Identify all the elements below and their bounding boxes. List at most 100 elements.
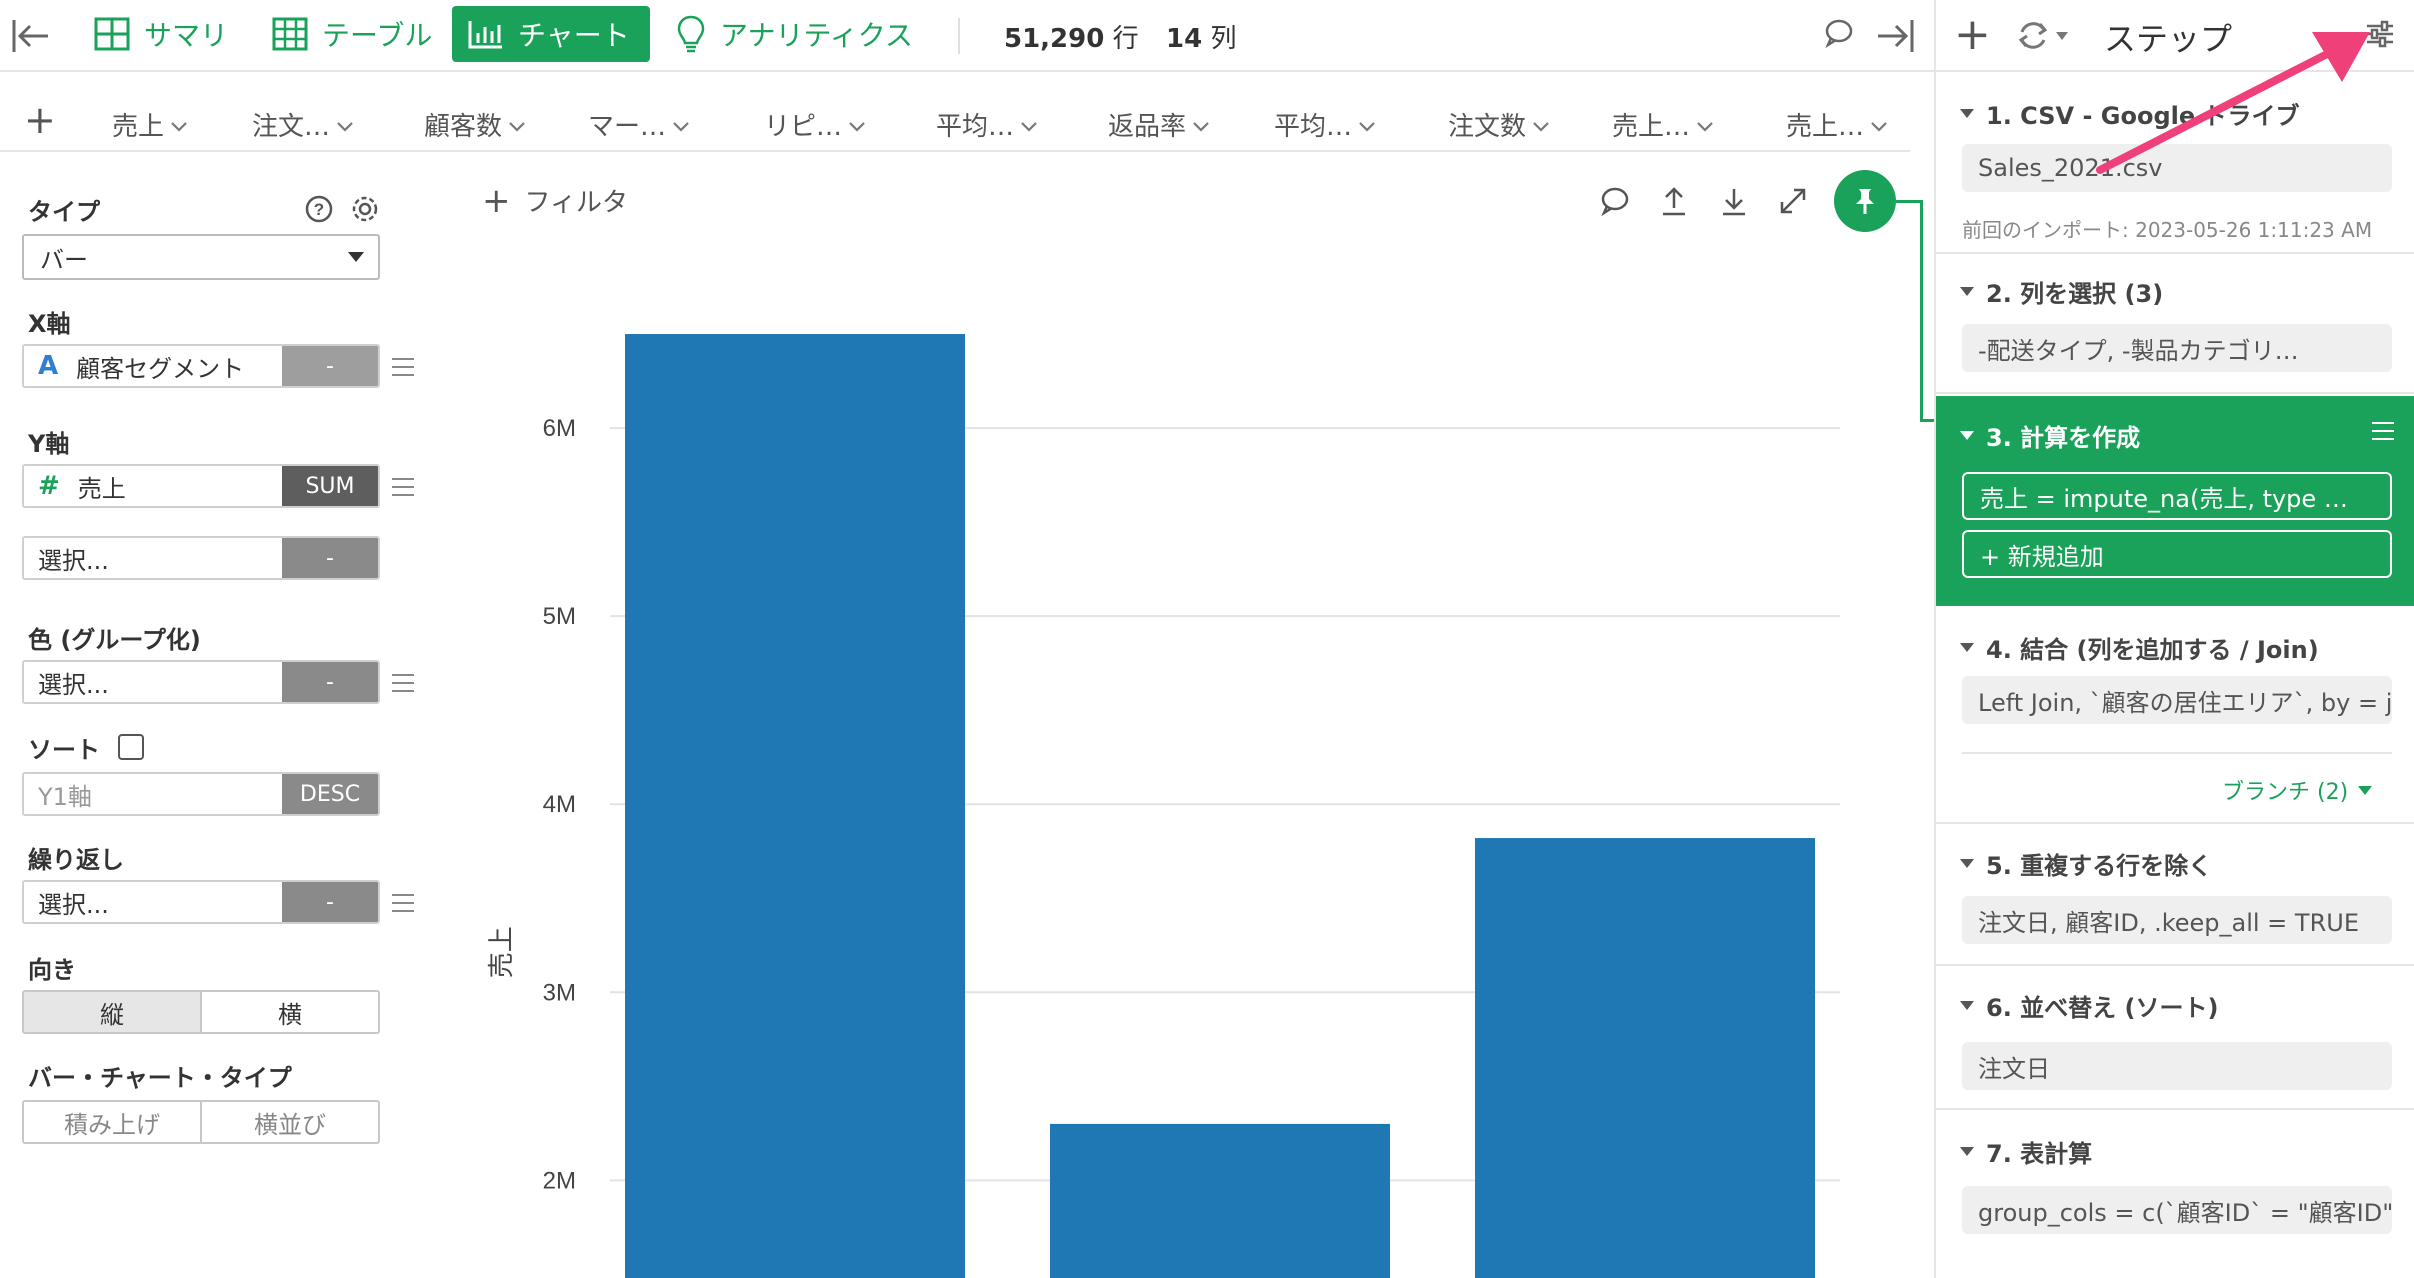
- chevron-down-icon[interactable]: [1532, 110, 1550, 140]
- column-header[interactable]: 注文数: [1448, 106, 1550, 143]
- step-3-menu-icon[interactable]: [2372, 422, 2394, 446]
- color-menu-icon[interactable]: [392, 674, 414, 698]
- orientation-toggle: 縦 横: [22, 990, 380, 1034]
- download-icon[interactable]: [1720, 186, 1748, 220]
- step-7[interactable]: 7. 表計算 group_cols = c(`顧客ID` = "顧客ID"),…: [1936, 1110, 2414, 1278]
- step-2-detail[interactable]: -配送タイプ, -製品カテゴリ…: [1962, 324, 2392, 372]
- chevron-down-icon[interactable]: [1192, 110, 1210, 140]
- x-axis-aggregation[interactable]: -: [282, 346, 378, 386]
- summary-grid-icon: [94, 17, 130, 51]
- add-new-calculation-button[interactable]: + 新規追加: [1962, 530, 2392, 578]
- chevron-down-icon[interactable]: [1020, 110, 1038, 140]
- repeat-menu-icon[interactable]: [392, 894, 414, 918]
- bar-type-side-by-side[interactable]: 横並び: [200, 1102, 378, 1142]
- column-header[interactable]: 売上…: [1612, 106, 1714, 143]
- step-6-detail[interactable]: 注文日: [1962, 1042, 2392, 1090]
- help-icon[interactable]: ?: [304, 194, 334, 228]
- step-3[interactable]: 3. 計算を作成 売上 = impute_na(売上, type … + 新規追…: [1936, 396, 2414, 606]
- tab-summary[interactable]: サマリ: [78, 6, 244, 62]
- add-filter-button[interactable]: + フィルタ: [482, 182, 628, 219]
- expand-icon[interactable]: [1778, 186, 1808, 220]
- repeat-field[interactable]: 選択... -: [22, 880, 380, 924]
- step-7-detail[interactable]: group_cols = c(`顧客ID` = "顧客ID"),…: [1962, 1186, 2392, 1234]
- column-header[interactable]: 売上: [112, 106, 188, 143]
- row-count: 51,290 行: [1004, 18, 1139, 55]
- tab-summary-label: サマリ: [144, 19, 229, 52]
- add-step-button[interactable]: +: [1954, 10, 1991, 60]
- step-4-detail[interactable]: Left Join, `顧客の居住エリア`, by = j…: [1962, 676, 2392, 724]
- step-5[interactable]: 5. 重複する行を除く 注文日, 顧客ID, .keep_all = TRUE: [1936, 824, 2414, 966]
- chart-bar[interactable]: [1050, 1123, 1390, 1278]
- bar-type-stacked[interactable]: 積み上げ: [24, 1102, 200, 1142]
- column-header-label: 返品率: [1108, 112, 1187, 142]
- tab-analytics[interactable]: アナリティクス: [660, 6, 929, 62]
- y-axis-2-value: 選択...: [38, 546, 109, 575]
- chevron-down-icon[interactable]: [336, 110, 354, 140]
- chart-type-value: バー: [40, 245, 88, 274]
- column-header[interactable]: リピ…: [764, 106, 866, 143]
- step-3-detail[interactable]: 売上 = impute_na(売上, type …: [1962, 472, 2392, 520]
- refresh-icon[interactable]: [2018, 18, 2074, 58]
- y-tick-label: 4M: [543, 791, 576, 818]
- bar-chart-icon: [468, 19, 504, 49]
- y-axis-2-field[interactable]: 選択... -: [22, 536, 380, 580]
- color-aggregation[interactable]: -: [282, 662, 378, 702]
- x-axis-field[interactable]: A 顧客セグメント -: [22, 344, 380, 388]
- column-header[interactable]: 注文…: [252, 106, 354, 143]
- chart-type-select[interactable]: バー: [22, 234, 380, 280]
- chevron-down-icon[interactable]: [1696, 110, 1714, 140]
- chevron-down-icon[interactable]: [848, 110, 866, 140]
- chevron-down-icon[interactable]: [672, 110, 690, 140]
- y-axis-menu-icon[interactable]: [392, 478, 414, 502]
- sort-checkbox[interactable]: [118, 734, 144, 760]
- column-header[interactable]: 平均…: [1274, 106, 1376, 143]
- x-axis-menu-icon[interactable]: [392, 358, 414, 382]
- sort-field[interactable]: Y1軸 DESC: [22, 772, 380, 816]
- y-tick-label: 6M: [543, 415, 576, 442]
- chevron-down-icon[interactable]: [1358, 110, 1376, 140]
- collapse-right-icon[interactable]: [1876, 16, 1916, 60]
- column-header[interactable]: 返品率: [1108, 106, 1210, 143]
- tab-analytics-label: アナリティクス: [720, 19, 913, 52]
- step-2[interactable]: 2. 列を選択 (3) -配送タイプ, -製品カテゴリ…: [1936, 254, 2414, 394]
- branch-dropdown[interactable]: ブランチ (2): [2222, 774, 2373, 806]
- chart-comment-icon[interactable]: [1600, 186, 1630, 220]
- y-axis-aggregation[interactable]: SUM: [282, 466, 378, 506]
- step-6[interactable]: 6. 並べ替え (ソート) 注文日: [1936, 966, 2414, 1110]
- column-count-unit: 列: [1210, 24, 1237, 54]
- collapse-left-icon[interactable]: [10, 16, 52, 56]
- chevron-down-icon[interactable]: [170, 110, 188, 140]
- y-tick-label: 2M: [543, 1167, 576, 1194]
- y-axis-field[interactable]: # 売上 SUM: [22, 464, 380, 508]
- y-tick-label: 5M: [543, 603, 576, 630]
- step-4[interactable]: 4. 結合 (列を追加する / Join) Left Join, `顧客の居住エ…: [1936, 606, 2414, 824]
- chevron-down-icon[interactable]: [1870, 110, 1888, 140]
- tab-chart[interactable]: チャート: [452, 6, 650, 62]
- column-header-label: 顧客数: [424, 112, 503, 142]
- tab-table[interactable]: テーブル: [256, 6, 448, 62]
- comment-icon[interactable]: [1824, 18, 1854, 52]
- column-header[interactable]: 売上…: [1786, 106, 1888, 143]
- orientation-label: 向き: [28, 956, 76, 984]
- chevron-down-icon[interactable]: [508, 110, 526, 140]
- column-header[interactable]: マー…: [588, 106, 690, 143]
- column-header-label: 注文数: [1448, 112, 1527, 142]
- column-header[interactable]: 顧客数: [424, 106, 526, 143]
- color-field[interactable]: 選択... -: [22, 660, 380, 704]
- upload-icon[interactable]: [1660, 186, 1688, 220]
- gear-icon[interactable]: [350, 194, 380, 228]
- expand-triangle-icon: [1960, 859, 1974, 868]
- y-axis-title: 売上: [486, 926, 516, 978]
- sort-order[interactable]: DESC: [282, 774, 378, 814]
- y-axis-2-aggregation[interactable]: -: [282, 538, 378, 578]
- repeat-aggregation[interactable]: -: [282, 882, 378, 922]
- pin-button[interactable]: [1834, 170, 1896, 232]
- orientation-vertical[interactable]: 縦: [24, 992, 200, 1032]
- orientation-horizontal[interactable]: 横: [200, 992, 378, 1032]
- chart-bar[interactable]: [625, 334, 965, 1278]
- chart-bar[interactable]: [1475, 838, 1815, 1278]
- step-4-divider: [1962, 752, 2392, 754]
- add-column-button[interactable]: +: [24, 100, 56, 140]
- column-header[interactable]: 平均…: [936, 106, 1038, 143]
- step-5-detail[interactable]: 注文日, 顧客ID, .keep_all = TRUE: [1962, 896, 2392, 944]
